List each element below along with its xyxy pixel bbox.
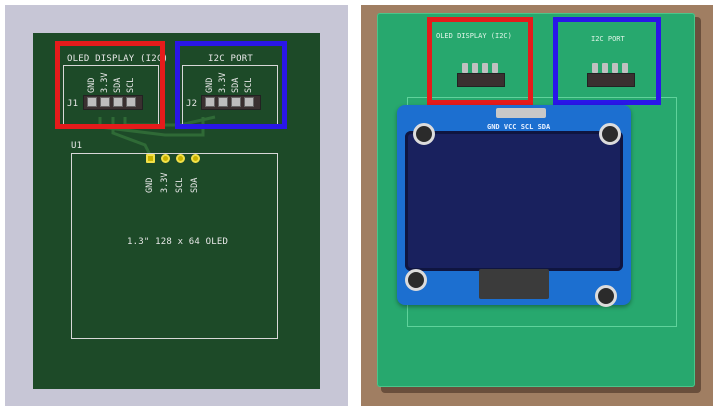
photo-right-highlight-box [553,17,661,105]
j1-highlight-box [55,41,165,129]
u1-pin-label-3: SCL [175,177,185,193]
j2-highlight-box [175,41,287,129]
u1-pin-label-2: 3.3V [160,172,170,193]
mount-hole-top-right [599,123,621,145]
photo-panel: OLED DISPLAY (I2C) I2C PORT GND VCC SCL … [361,5,713,406]
oled-pin-label: GND VCC SCL SDA [487,123,551,131]
pcb-layout-panel: OLED DISPLAY (I2C) GND 3.3V SDA SCL J1 I… [5,5,348,406]
oled-pin-header [496,108,546,118]
oled-screen [405,131,623,271]
u1-pad-4 [191,154,200,163]
mount-hole-top-left [413,123,435,145]
oled-ribbon [479,269,549,299]
mount-hole-bottom-right [595,285,617,307]
u1-pad-2 [161,154,170,163]
u1-pad-3 [176,154,185,163]
mount-hole-bottom-left [405,269,427,291]
u1-pin-label-1: GND [145,177,155,193]
u1-pin-label-4: SDA [190,177,200,193]
photo-left-highlight-box [427,17,533,105]
u1-ref: U1 [71,141,83,151]
u1-label: 1.3" 128 x 64 OLED [127,237,229,247]
u1-pad-1 [146,154,155,163]
